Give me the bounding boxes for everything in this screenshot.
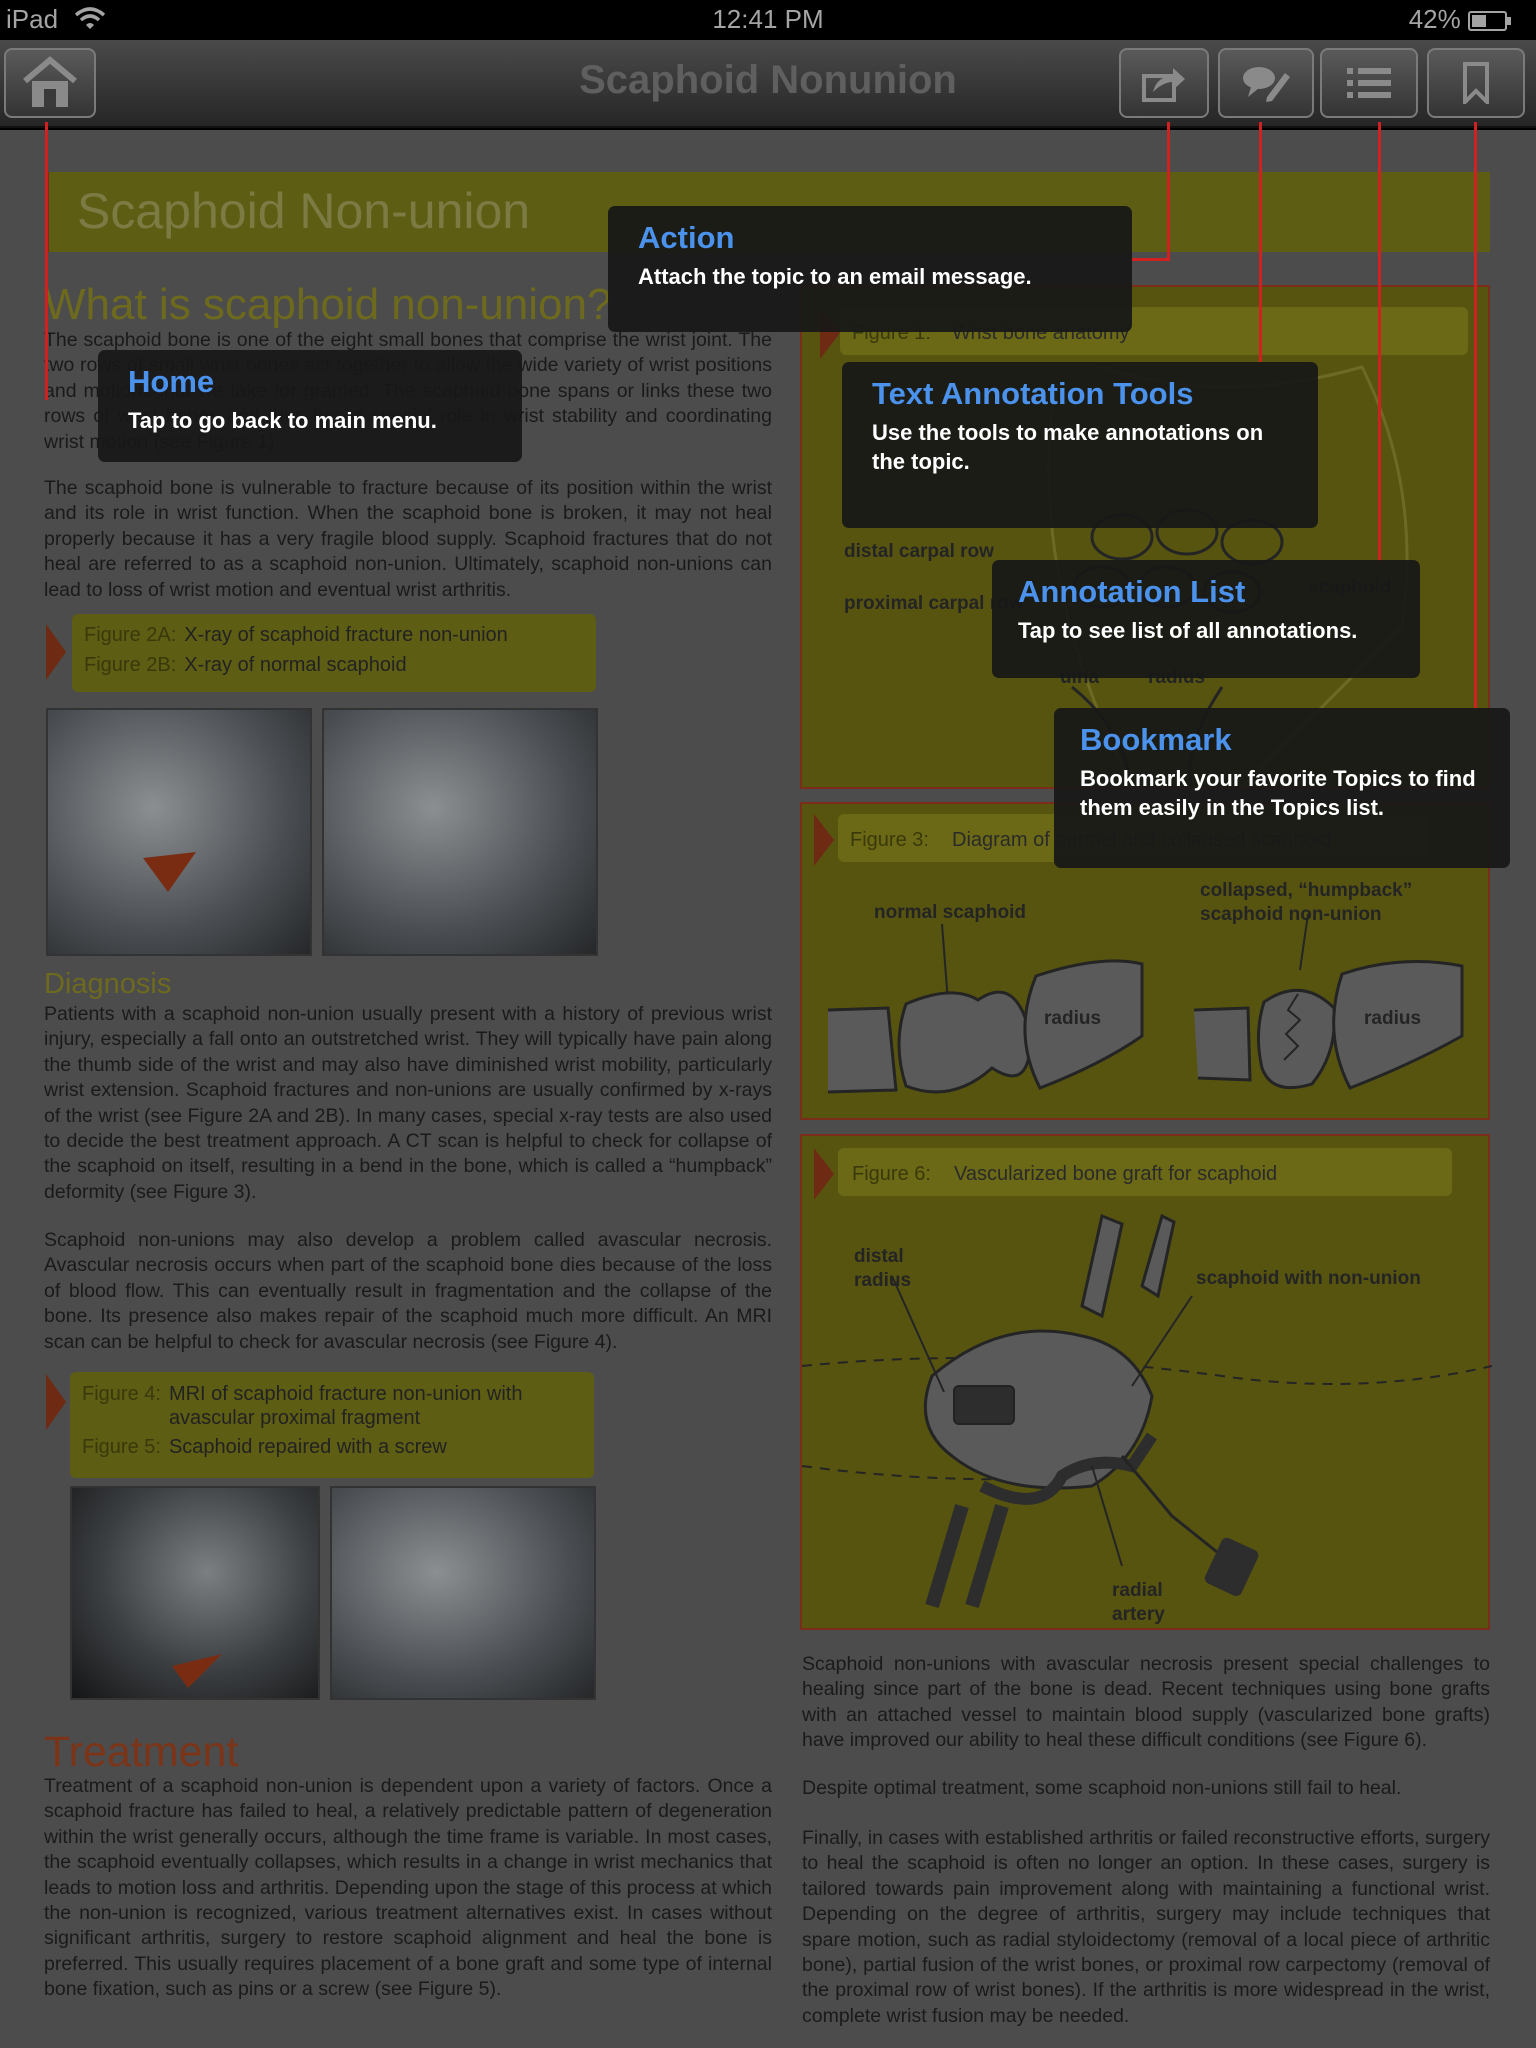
paragraph-arthritis: Finally, in cases with established arthr… [802,1827,1490,2027]
leader-line-list [1378,122,1381,562]
share-icon [1142,68,1185,102]
nav-toolbar: Scaphoid Nonunion [0,40,1536,128]
leader-line-action [1167,122,1170,258]
tooltip-title: Bookmark [1080,722,1232,757]
home-icon [23,56,77,107]
paragraph-vascularized: Scaphoid non-unions with avascular necro… [802,1653,1490,1752]
figure-caption: MRI of scaphoid fracture non-union with … [168,1383,523,1429]
diagram-label: radius [1044,1008,1101,1029]
figure-label: Figure 3: [850,829,929,851]
paragraph-treatment: Treatment of a scaphoid non-union is dep… [44,1775,772,2001]
tooltip-action: Action Attach the topic to an email mess… [608,206,1132,332]
figure-6-panel: Figure 6: Vascularized bone graft for sc… [800,1134,1492,1630]
action-button[interactable] [1119,48,1209,118]
tooltip-description: Attach the topic to an email message. [638,264,1032,289]
figure-caption: X-ray of normal scaphoid [184,654,407,676]
leader-line-annotation [1259,122,1262,362]
heading-treatment: Treatment [44,1728,239,1776]
tooltip-description: Tap to see list of all annotations. [1018,618,1358,643]
diagram-label: radial artery [1112,1580,1165,1625]
paragraph-diagnosis: Patients with a scaphoid non-union usual… [44,1003,772,1203]
xray-figure-5 [330,1486,596,1700]
battery-icon [1468,11,1511,32]
label-line: collapsed, “humpback” [1200,880,1412,901]
battery-indicator: 42% [1409,4,1512,35]
clock: 12:41 PM [712,4,824,34]
caption-arrow [46,1374,66,1430]
figure-label: Figure 5: [82,1436,161,1458]
diagram-label: normal scaphoid [874,902,1026,923]
annotation-pen-icon [1243,67,1290,102]
tooltip-description: Tap to go back to main menu. [128,408,437,433]
list-icon [1347,68,1391,98]
leader-line-bookmark [1474,122,1477,708]
diagram-label: distal carpal row [844,541,994,562]
vascularized-graft-diagram: Figure 6: Vascularized bone graft for sc… [802,1148,1492,1625]
figure-label: Figure 2A: [84,624,177,646]
tooltip-title: Annotation List [1018,574,1246,609]
figure-label: Figure 2B: [84,654,177,676]
tooltip-bookmark: Bookmark Bookmark your favorite Topics t… [1054,708,1510,868]
tooltip-title: Text Annotation Tools [872,376,1194,411]
paragraph-vulnerable: The scaphoid bone is vulnerable to fract… [44,477,772,601]
paragraph-avascular: Scaphoid non-unions may also develop a p… [44,1229,772,1353]
tooltip-annotation-list: Annotation List Tap to see list of all a… [992,560,1420,678]
topic-title: Scaphoid Non-union [77,183,531,239]
diagram-label: distal radius [854,1246,911,1291]
diagram-label: scaphoid with non-union [1196,1268,1421,1289]
label-line: radial [1112,1580,1163,1601]
tooltip-description: Use the tools to make annotations on the… [872,420,1264,474]
diagram-label: collapsed, “humpback” scaphoid non-union [1200,880,1412,925]
xray-figure-2a [46,708,312,956]
heading-what-is: What is scaphoid non-union? [44,280,612,329]
heading-diagnosis: Diagnosis [44,968,172,1000]
home-button[interactable] [4,48,96,118]
tooltip-description: Bookmark your favorite Topics to find th… [1080,766,1476,820]
status-bar: iPad 12:41 PM 42% [0,0,1536,40]
mri-figure-4 [70,1486,320,1700]
tooltip-text-annotation: Text Annotation Tools Use the tools to m… [842,362,1318,528]
pointer-arrow-icon [143,852,196,892]
leader-line-home [45,122,48,400]
caption-arrow [46,624,66,680]
leader-line-action [1130,258,1170,261]
caption-figure-2: Figure 2A: X-ray of scaphoid fracture non… [72,614,596,692]
tooltip-home: Home Tap to go back to main menu. [98,350,522,462]
tooltip-title: Home [128,364,215,399]
label-line: radius [854,1270,911,1291]
bookmark-icon [1463,62,1489,104]
battery-percent: 42% [1408,4,1461,34]
xray-figure-2b [322,708,598,956]
tooltip-title: Action [638,220,735,255]
pointer-arrow-icon [172,1654,222,1688]
annotation-list-button[interactable] [1320,48,1418,118]
figure-label: Figure 6: [852,1163,931,1185]
paragraph-fail-to-heal: Despite optimal treatment, some scaphoid… [802,1777,1402,1799]
figure-caption: Vascularized bone graft for scaphoid [954,1163,1277,1185]
label-line: artery [1112,1604,1165,1625]
label-line: scaphoid non-union [1200,904,1382,925]
figure-label: Figure 4: [82,1383,161,1405]
figure-caption: X-ray of scaphoid fracture non-union [184,624,508,646]
label-line: distal [854,1246,904,1267]
text-annotation-button[interactable] [1218,48,1314,118]
figure-caption: Scaphoid repaired with a screw [168,1436,447,1458]
diagram-label: radius [1364,1008,1421,1029]
caption-figure-4-5: Figure 4: MRI of scaphoid fracture non-un… [70,1372,594,1478]
bookmark-button[interactable] [1427,48,1525,118]
